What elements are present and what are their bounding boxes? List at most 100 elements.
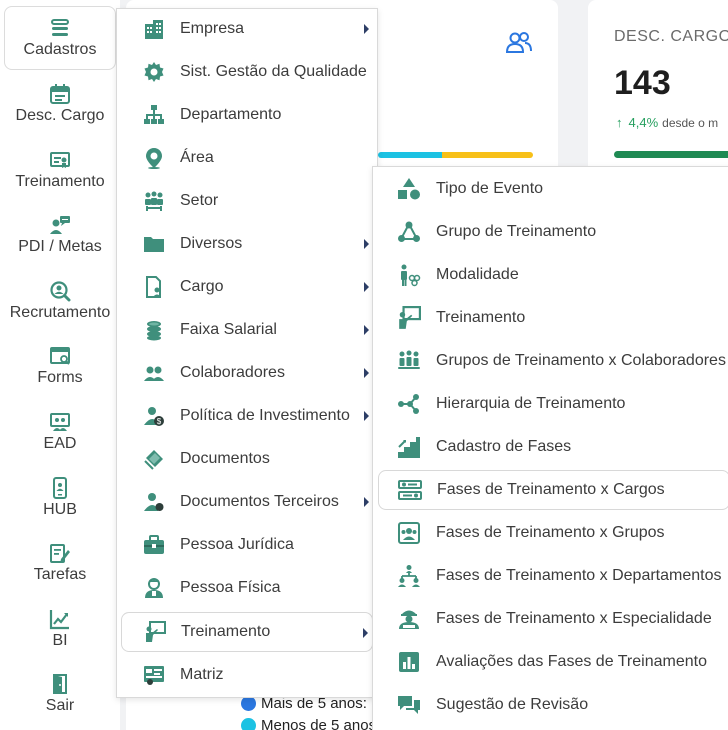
sidebar-item-label: Treinamento [15,173,105,190]
sidebar-item-label: Forms [37,369,83,386]
menu-item-politica-investimento[interactable]: $ Política de Investimento [121,396,373,436]
chart-icon [49,610,69,630]
menu-item-area[interactable]: Área [121,138,373,178]
trend-up-icon: ↑ [616,115,623,130]
submenu-item-label: Treinamento [436,309,526,326]
submenu-item-sugestao-revisao[interactable]: Sugestão de Revisão [378,685,728,725]
chevron-right-icon [363,628,368,638]
submenu-item-grupo-treinamento[interactable]: Grupo de Treinamento [378,212,728,252]
group-icon [145,191,163,211]
submenu-item-fases-cargos[interactable]: Fases de Treinamento x Cargos [378,470,728,510]
menu-item-pessoa-juridica[interactable]: Pessoa Jurídica [121,525,373,565]
menu-item-cargo[interactable]: Cargo [121,267,373,307]
menu-item-treinamento[interactable]: Treinamento [121,612,373,652]
trend-text: desde o m [662,116,719,130]
submenu-item-modalidade[interactable]: Modalidade [378,255,728,295]
sidebar-item-pdi-metas[interactable]: PDI / Metas [4,203,116,267]
building-icon [145,20,163,39]
phases-departments-icon [398,565,420,587]
svg-text:$: $ [157,417,162,426]
submenu-item-grupos-colaboradores[interactable]: Grupos de Treinamento x Colaboradores [378,341,728,381]
menu-item-pessoa-fisica[interactable]: Pessoa Física [121,568,373,608]
legend-dot [241,718,256,730]
submenu-item-label: Avaliações das Fases de Treinamento [436,653,707,670]
sidebar-item-ead[interactable]: EAD [4,400,116,464]
submenu-item-fases-departamentos[interactable]: Fases de Treinamento x Departamentos [378,556,728,596]
menu-item-documentos-terceiros[interactable]: Documentos Terceiros [121,482,373,522]
menu-item-matriz[interactable]: Matriz [121,655,373,695]
trend-percent: 4,4% [628,115,659,130]
submenu-item-cadastro-fases[interactable]: Cadastro de Fases [378,427,728,467]
sidebar-item-label: Cadastros [23,41,97,58]
person-money-icon: $ [144,407,164,426]
submenu-item-tipo-evento[interactable]: Tipo de Evento [378,169,728,209]
shapes-icon [398,178,420,200]
coins-icon [147,321,161,341]
menu-item-label: Sist. Gestão da Qualidade [180,63,367,80]
legend-item: Menos de 5 anos [241,717,376,730]
menu-item-label: Documentos Terceiros [180,493,339,510]
sidebar-item-label: BI [52,632,68,649]
submenu-item-label: Fases de Treinamento x Departamentos [436,567,722,584]
menu-item-label: Empresa [180,20,245,37]
submenu-item-fases-especialidade[interactable]: Fases de Treinamento x Especialidade [378,599,728,639]
gear-icon [144,62,164,82]
treinamento-submenu: Tipo de Evento Grupo de Treinamento Moda… [372,166,728,730]
menu-item-colaboradores[interactable]: Colaboradores [121,353,373,393]
sidebar-item-forms[interactable]: Forms [4,334,116,398]
menu-item-label: Treinamento [181,623,271,640]
modality-icon [401,264,421,287]
submenu-item-label: Fases de Treinamento x Grupos [436,524,665,541]
chevron-right-icon [364,411,369,421]
menu-item-sist-gestao-qualidade[interactable]: Sist. Gestão da Qualidade [121,52,373,92]
sidebar-item-sair[interactable]: Sair [4,662,116,726]
calendar-icon [50,84,70,104]
menu-item-label: Setor [180,192,219,209]
submenu-item-fases-grupos[interactable]: Fases de Treinamento x Grupos [378,513,728,553]
menu-item-empresa[interactable]: Empresa [121,9,373,49]
sidebar-item-desc-cargo[interactable]: Desc. Cargo [4,72,116,136]
presentation-icon [50,413,70,431]
phases-cargos-icon [398,480,422,500]
chevron-right-icon [364,282,369,292]
menu-item-label: Área [180,149,214,166]
matrix-icon [144,666,164,685]
submenu-item-label: Grupos de Treinamento x Colaboradores [436,352,726,369]
legend-dot [241,696,256,711]
sidebar-item-label: PDI / Metas [18,238,102,255]
sidebar-item-bi[interactable]: BI [4,597,116,661]
sidebar-item-cadastros[interactable]: Cadastros [4,6,116,70]
legend-label: Menos de 5 anos [261,717,377,730]
sidebar-item-tarefas[interactable]: Tarefas [4,531,116,595]
chevron-right-icon [364,497,369,507]
form-icon [50,347,70,365]
document-person-icon [146,276,161,298]
person-icon [145,578,163,598]
menu-item-label: Colaboradores [180,364,285,381]
sidebar-item-hub[interactable]: HUB [4,466,116,530]
menu-item-setor[interactable]: Setor [121,181,373,221]
chevron-right-icon [364,24,369,34]
map-pin-icon [146,148,162,169]
menu-item-documentos[interactable]: Documentos [121,439,373,479]
sidebar-item-recrutamento[interactable]: Recrutamento [4,269,116,333]
stairs-icon [398,437,420,458]
certificate-icon [50,152,70,168]
menu-item-faixa-salarial[interactable]: Faixa Salarial [121,310,373,350]
desc-cargo-value: 143 [614,64,671,102]
menu-item-departamento[interactable]: Departamento [121,95,373,135]
submenu-item-hierarquia[interactable]: Hierarquia de Treinamento [378,384,728,424]
sidebar-item-label: EAD [43,435,77,452]
submenu-item-avaliacoes-fases[interactable]: Avaliações das Fases de Treinamento [378,642,728,682]
menu-item-label: Cargo [180,278,224,295]
submenu-item-label: Sugestão de Revisão [436,696,589,713]
sidebar-item-label: Desc. Cargo [15,107,105,124]
phases-groups-icon [398,522,420,544]
submenu-item-treinamento[interactable]: Treinamento [378,298,728,338]
menu-item-diversos[interactable]: Diversos [121,224,373,264]
submenu-item-label: Fases de Treinamento x Especialidade [436,610,712,627]
submenu-item-label: Hierarquia de Treinamento [436,395,626,412]
users-icon [144,366,164,381]
sidebar-item-treinamento[interactable]: Treinamento [4,138,116,202]
cadastros-menu: Empresa Sist. Gestão da Qualidade Depart… [116,8,378,698]
